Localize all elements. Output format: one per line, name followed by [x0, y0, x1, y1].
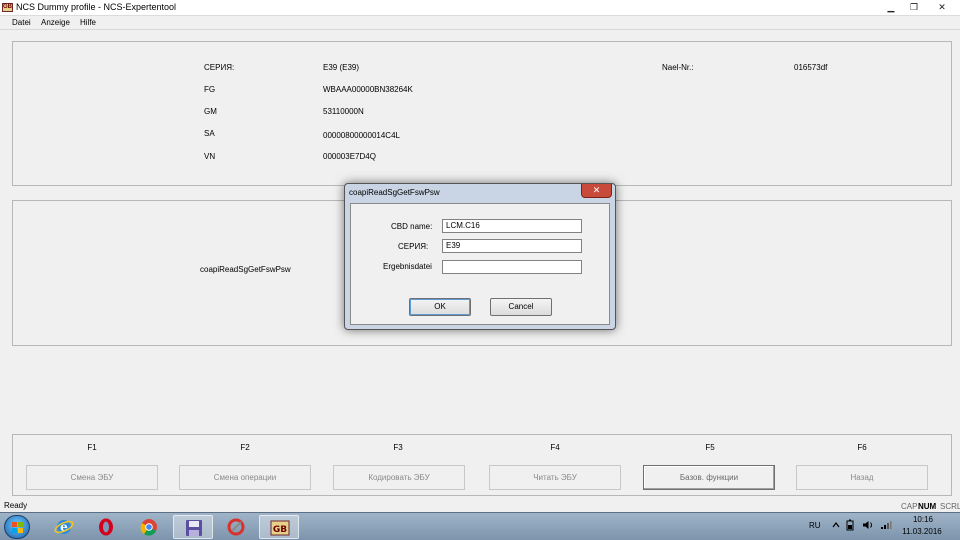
fkey-label-f5: F5: [705, 443, 715, 452]
menu-bar: Datei Anzeige Hilfe: [0, 16, 960, 30]
clock-date[interactable]: 11.03.2016: [899, 527, 945, 537]
vn-label: VN: [204, 152, 216, 161]
taskbar-ccleaner[interactable]: [216, 515, 256, 539]
floppy-disk-icon: [186, 520, 202, 536]
vn-value: 000003E7D4Q: [323, 152, 376, 161]
ergebnisdatei-input[interactable]: [442, 260, 582, 274]
taskbar-ie[interactable]: e: [44, 515, 84, 539]
nael-label: Nael-Nr.:: [662, 63, 694, 72]
window-title: NCS Dummy profile - NCS-Expertentool: [16, 2, 177, 12]
dialog-close-button[interactable]: ✕: [581, 184, 612, 198]
language-indicator[interactable]: RU: [809, 521, 821, 531]
ergebnisdatei-label: Ergebnisdatei: [383, 262, 432, 271]
speaker-icon[interactable]: [862, 520, 874, 530]
f5-button[interactable]: Базов. функции: [643, 465, 775, 490]
svg-text:GB: GB: [273, 525, 287, 535]
clock-time[interactable]: 10:16: [910, 515, 936, 525]
minimize-button[interactable]: ▁: [880, 0, 902, 15]
gm-value: 53110000N: [323, 107, 364, 116]
internet-explorer-icon: e: [54, 520, 74, 534]
ccleaner-icon: [227, 518, 245, 536]
chevron-up-icon[interactable]: [832, 521, 840, 529]
taskbar-ncs-expert[interactable]: GB: [259, 515, 299, 539]
serie-label: СЕРИЯ:: [204, 63, 235, 72]
menu-datei[interactable]: Datei: [12, 18, 31, 28]
opera-icon: [99, 518, 113, 536]
fkey-label-f1: F1: [87, 443, 97, 452]
ok-button[interactable]: OK: [409, 298, 471, 316]
f1-button[interactable]: Смена ЭБУ: [26, 465, 158, 490]
cbd-name-input[interactable]: LCM.C16: [442, 219, 582, 233]
password-dialog: coapiReadSgGetFswPsw ✕ CBD name: LCM.C16…: [344, 183, 616, 330]
job-name: coapiReadSgGetFswPsw: [200, 265, 291, 274]
taskbar-chrome[interactable]: [129, 515, 169, 539]
cbd-name-label: CBD name:: [391, 222, 433, 231]
caps-lock-indicator: CAP: [901, 502, 918, 511]
app-icon: GB: [2, 3, 13, 12]
sa-value: 00000800000014C4L: [323, 131, 400, 140]
gm-label: GM: [204, 107, 217, 116]
title-bar: GB NCS Dummy profile - NCS-Expertentool …: [0, 0, 960, 16]
serie-dialog-label: СЕРИЯ:: [398, 242, 429, 251]
taskbar-opera[interactable]: [86, 515, 126, 539]
fkey-label-f4: F4: [550, 443, 560, 452]
fkey-label-f3: F3: [393, 443, 403, 452]
battery-icon[interactable]: [846, 519, 854, 531]
f4-button[interactable]: Читать ЭБУ: [489, 465, 621, 490]
menu-anzeige[interactable]: Anzeige: [41, 18, 70, 28]
num-lock-indicator: NUM: [918, 502, 937, 511]
start-button[interactable]: [4, 515, 30, 539]
cancel-button[interactable]: Cancel: [490, 298, 552, 316]
windows-logo-icon: [12, 522, 24, 534]
maximize-button[interactable]: ❐: [903, 0, 925, 15]
network-signal-icon[interactable]: [880, 520, 892, 530]
fg-label: FG: [204, 85, 216, 94]
serie-value: E39 (E39): [323, 63, 360, 72]
close-button[interactable]: ✕: [926, 0, 958, 15]
menu-hilfe[interactable]: Hilfe: [80, 18, 96, 28]
scroll-lock-indicator: SCRL: [940, 502, 960, 511]
ncs-expert-icon: GB: [270, 520, 290, 536]
nael-value: 016573df: [794, 63, 828, 72]
serie-input[interactable]: E39: [442, 239, 582, 253]
taskbar-save[interactable]: [173, 515, 213, 539]
dialog-title: coapiReadSgGetFswPsw: [349, 188, 440, 197]
f6-button[interactable]: Назад: [796, 465, 928, 490]
fkey-label-f6: F6: [857, 443, 867, 452]
dialog-body: CBD name: LCM.C16 СЕРИЯ: E39 Ergebnisdat…: [350, 203, 610, 325]
f2-button[interactable]: Смена операции: [179, 465, 311, 490]
fkey-label-f2: F2: [240, 443, 250, 452]
chrome-icon: [140, 519, 157, 536]
sa-label: SA: [204, 129, 215, 138]
status-text: Ready: [4, 501, 28, 510]
f3-button[interactable]: Кодировать ЭБУ: [333, 465, 465, 490]
fg-value: WBAAA00000BN38264K: [323, 85, 413, 94]
